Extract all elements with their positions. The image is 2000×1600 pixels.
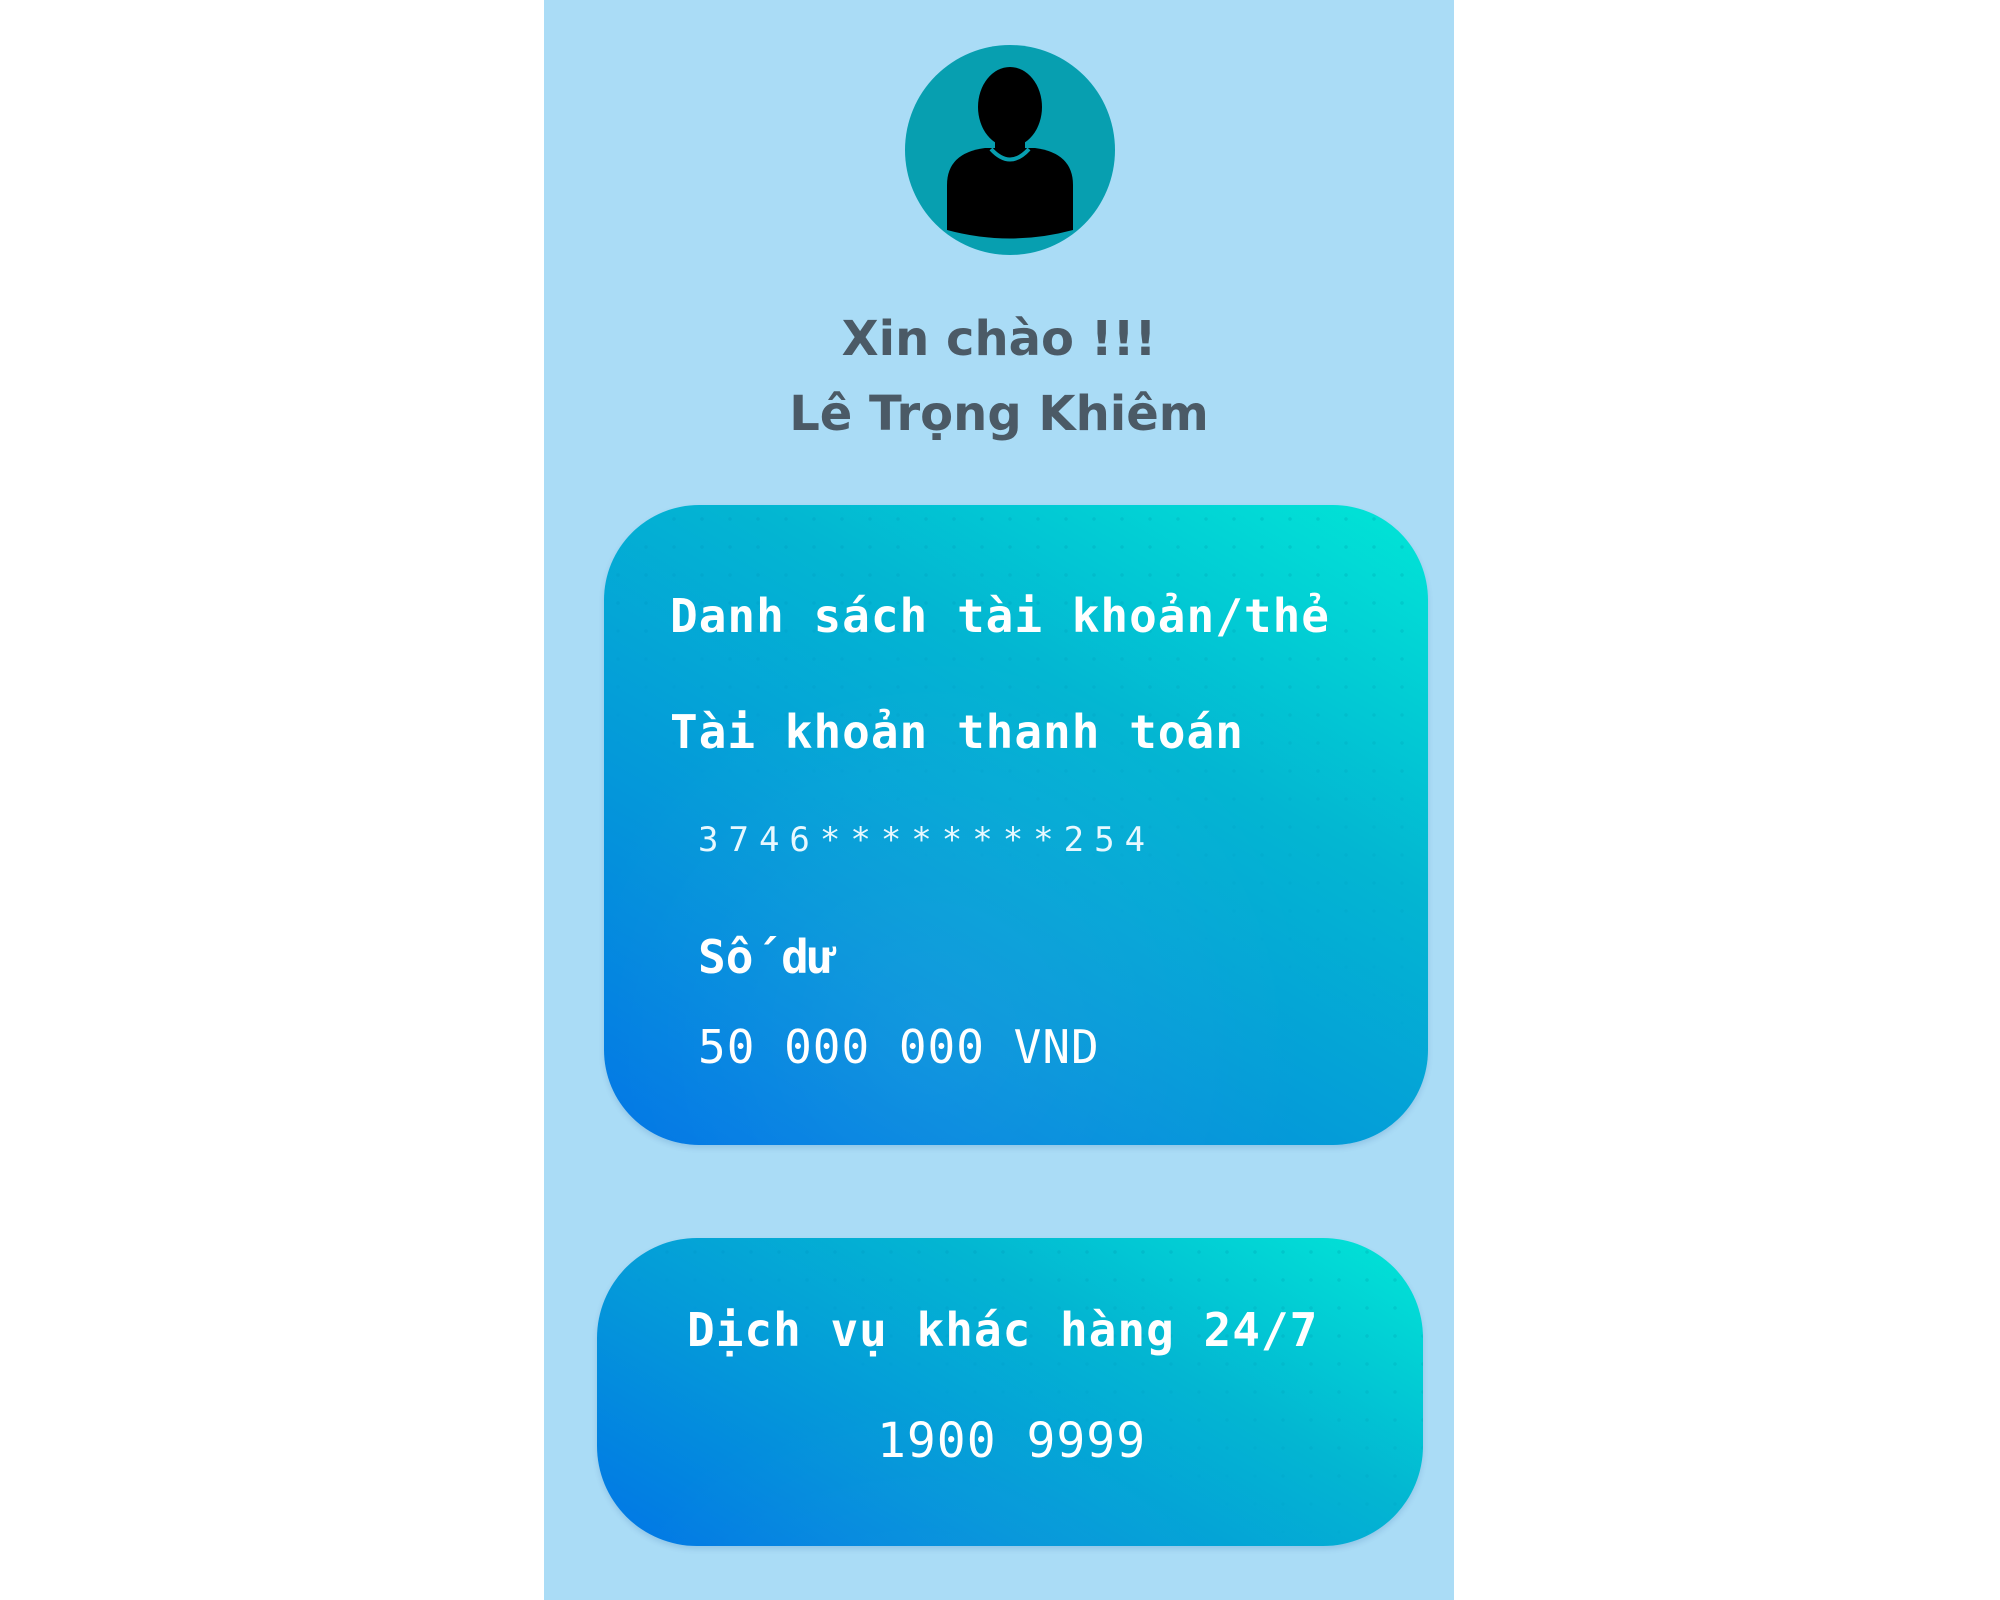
app-screen: Xin chào !!! Lê Trọng Khiêm Danh sách tà… xyxy=(544,0,1454,1600)
avatar[interactable] xyxy=(905,45,1115,255)
balance-label: Số dư xyxy=(698,930,837,984)
customer-service-card[interactable]: Dịch vụ khác hàng 24/7 1900 9999 xyxy=(597,1238,1423,1546)
account-number: 3746********254 xyxy=(698,820,1156,860)
user-name: Lê Trọng Khiêm xyxy=(789,386,1209,442)
greeting-text: Xin chào !!! xyxy=(841,311,1157,367)
account-type: Tài khoản thanh toán xyxy=(670,705,1244,759)
hotline-number[interactable]: 1900 9999 xyxy=(877,1413,1146,1469)
account-list-title: Danh sách tài khoản/thẻ xyxy=(670,589,1330,643)
user-icon xyxy=(947,67,1073,239)
account-card[interactable]: Danh sách tài khoản/thẻ Tài khoản thanh … xyxy=(604,505,1428,1145)
page: Xin chào !!! Lê Trọng Khiêm Danh sách tà… xyxy=(0,0,2000,1600)
customer-service-title: Dịch vụ khác hàng 24/7 xyxy=(687,1303,1319,1357)
balance-value: 50 000 000 VND xyxy=(698,1020,1100,1074)
